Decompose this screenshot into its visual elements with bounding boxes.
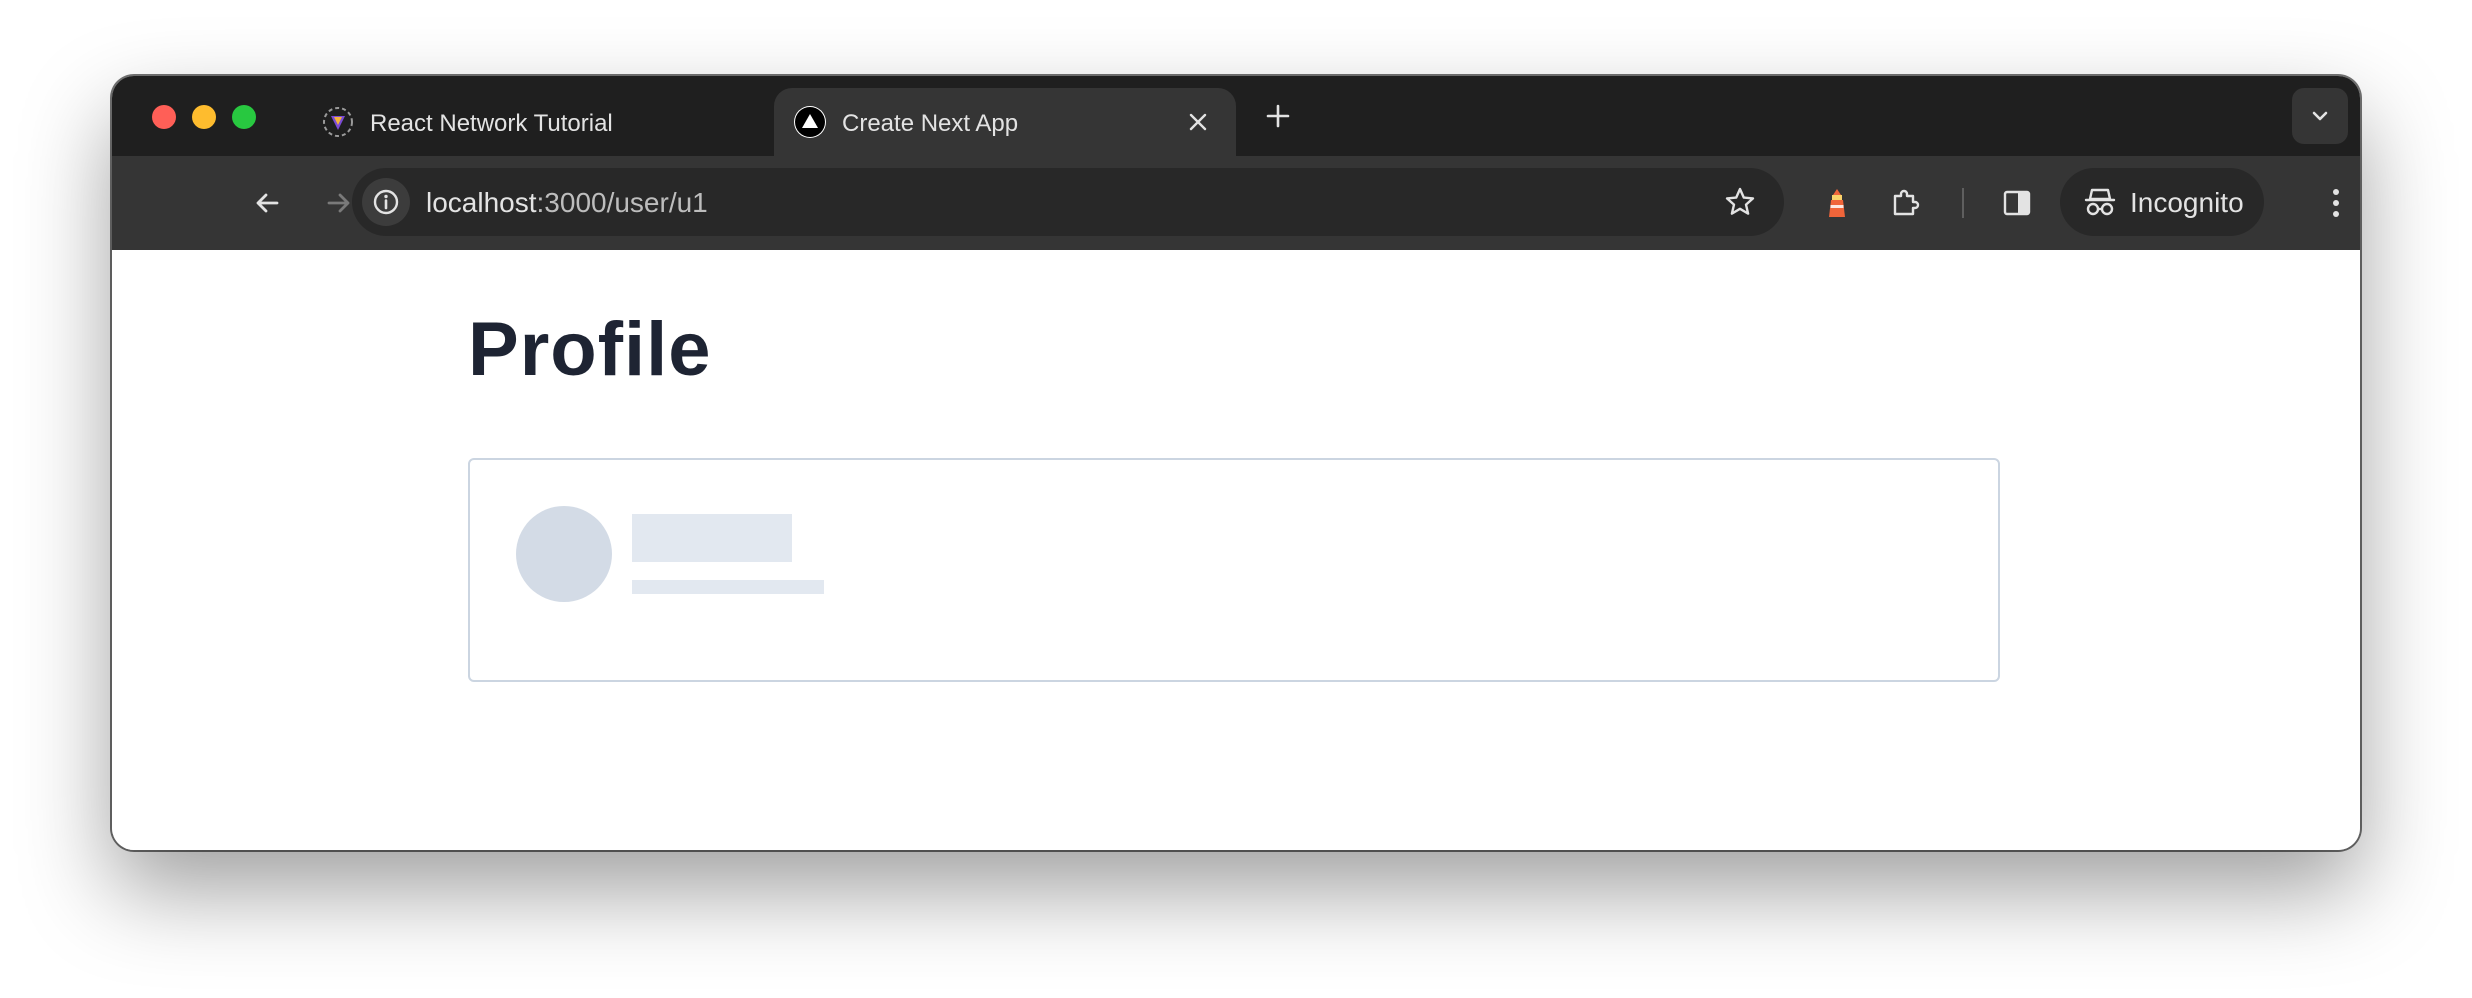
- page-content: Profile: [112, 250, 2360, 850]
- tab-title: React Network Tutorial: [370, 110, 613, 137]
- profile-card-skeleton: [468, 458, 2000, 682]
- back-arrow-icon[interactable]: [244, 180, 290, 226]
- bookmark-star-icon[interactable]: [1720, 182, 1760, 222]
- incognito-profile-button[interactable]: Incognito: [2060, 168, 2264, 236]
- close-tab-icon[interactable]: [1180, 104, 1216, 140]
- url-text[interactable]: localhost:3000/user/u1: [426, 187, 708, 219]
- incognito-icon: [2082, 184, 2118, 220]
- maximize-window-button[interactable]: [232, 105, 256, 129]
- site-info-icon[interactable]: [362, 178, 410, 226]
- minimize-window-button[interactable]: [192, 105, 216, 129]
- lighthouse-extension-icon[interactable]: [1814, 180, 1860, 226]
- browser-menu-kebab-icon[interactable]: [2316, 180, 2356, 226]
- new-tab-plus-icon[interactable]: [1258, 96, 1298, 136]
- address-bar[interactable]: localhost:3000/user/u1: [352, 168, 1784, 236]
- extensions-puzzle-icon[interactable]: [1882, 180, 1928, 226]
- incognito-label: Incognito: [2130, 187, 2244, 218]
- avatar-skeleton: [516, 506, 612, 602]
- browser-toolbar: localhost:3000/user/u1 Incognito: [112, 156, 2360, 250]
- page-title: Profile: [468, 307, 712, 392]
- url-path: :3000/user/u1: [536, 187, 708, 218]
- toolbar-divider: [1962, 188, 1964, 218]
- tab-search-chevron-down-icon[interactable]: [2292, 88, 2348, 144]
- side-panel-icon[interactable]: [1994, 180, 2040, 226]
- subtitle-skeleton: [632, 580, 824, 594]
- name-skeleton: [632, 514, 792, 562]
- close-window-button[interactable]: [152, 105, 176, 129]
- tab-strip: React Network Tutorial Create Next App: [112, 76, 2360, 156]
- url-host: localhost: [426, 187, 537, 218]
- nextjs-triangle-icon: [794, 106, 826, 138]
- tab-title: Create Next App: [842, 110, 1019, 137]
- browser-window: React Network Tutorial Create Next App l…: [112, 76, 2360, 850]
- tab-create-next-app[interactable]: Create Next App: [774, 88, 1236, 156]
- react-network-favicon-icon: [322, 106, 354, 138]
